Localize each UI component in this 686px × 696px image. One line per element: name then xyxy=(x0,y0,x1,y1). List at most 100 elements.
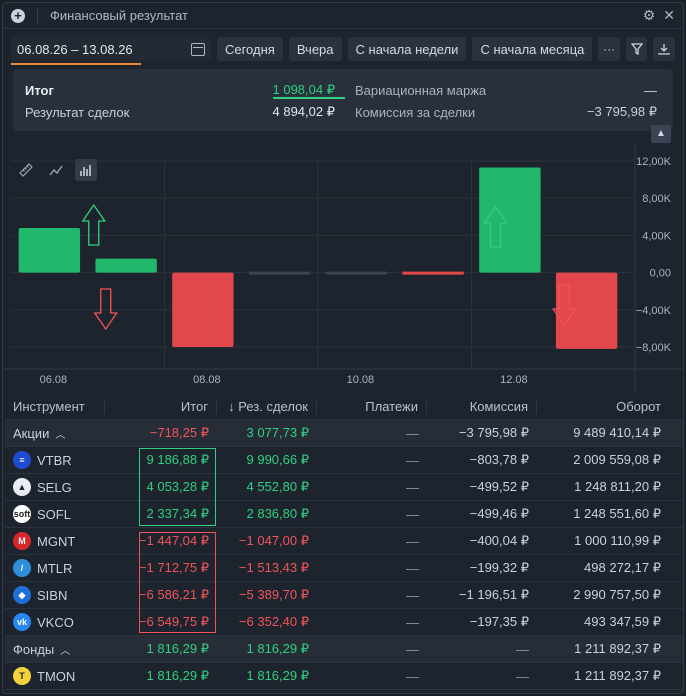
header-total[interactable]: Итог xyxy=(105,399,217,414)
group-row[interactable]: Фонды ︿ 1 816,29 ₽ 1 816,29 ₽ — — 1 211 8… xyxy=(5,636,683,663)
table-row[interactable]: ▲ SELG 4 053,28 ₽ 4 552,80 ₽ — −499,52 ₽… xyxy=(5,474,683,501)
group-turnover: 1 211 892,37 ₽ xyxy=(574,641,661,656)
row-payments: — xyxy=(406,614,419,630)
total-label: Итог xyxy=(25,82,54,98)
ruler-icon[interactable] xyxy=(15,159,37,181)
line-chart-icon[interactable] xyxy=(45,159,67,181)
instrument-cell[interactable]: M MGNT xyxy=(5,532,105,550)
row-turnover: 493 347,59 ₽ xyxy=(584,614,661,629)
instrument-ticker: SOFL xyxy=(37,506,71,522)
date-range-picker[interactable]: 06.08.26 – 13.08.26 xyxy=(11,37,211,65)
instrument-ticker: VKCO xyxy=(37,614,74,630)
chart-bar[interactable] xyxy=(402,271,464,275)
row-payments: — xyxy=(406,479,419,495)
row-trades: 4 552,80 ₽ xyxy=(246,479,310,494)
row-payments: — xyxy=(406,668,419,684)
instrument-ticker: TMON xyxy=(37,668,76,684)
instrument-cell[interactable]: ◆ SIBN xyxy=(5,586,105,604)
chevron-up-icon[interactable]: ︿ xyxy=(60,642,70,657)
x-tick-label: 12.08 xyxy=(500,374,528,386)
chart-bar[interactable] xyxy=(479,167,541,273)
table-row[interactable]: ≡ VTBR 9 186,88 ₽ 9 990,66 ₽ — −803,78 ₽… xyxy=(5,447,683,474)
table-row[interactable]: T TMON 1 816,29 ₽ 1 816,29 ₽ — — 1 211 8… xyxy=(5,663,683,690)
instrument-cell[interactable]: soft SOFL xyxy=(5,505,105,523)
pnl-bar-chart: 12,00K 8,00K 4,00K 0,00 −4,00K −8,00K 06.08 08.… xyxy=(3,143,683,393)
chart-bar[interactable] xyxy=(248,271,311,275)
filter-icon[interactable] xyxy=(625,37,648,61)
chart-bar[interactable] xyxy=(555,272,618,349)
instruments-table: Инструмент Итог ↓ Рез. сделок Платежи Ко… xyxy=(5,394,683,690)
week-start-button[interactable]: С начала недели xyxy=(347,37,467,61)
instrument-logo-icon: ▲ xyxy=(13,478,31,496)
y-tick-label: 4,00K xyxy=(642,230,671,242)
gear-icon[interactable]: ⚙ xyxy=(643,7,656,24)
financial-result-window: + Финансовый результат ⚙ ✕ 06.08.26 – 13… xyxy=(2,2,684,694)
collapse-button[interactable]: ▲ xyxy=(651,125,671,143)
instrument-cell[interactable]: ▲ SELG xyxy=(5,478,105,496)
group-name[interactable]: Акции ︿ xyxy=(5,426,105,441)
yesterday-button[interactable]: Вчера xyxy=(288,37,342,61)
row-trades: −1 513,43 ₽ xyxy=(238,560,309,575)
toolbar: 06.08.26 – 13.08.26 Сегодня Вчера С нача… xyxy=(3,29,683,69)
row-commission: −199,32 ₽ xyxy=(469,560,529,575)
row-trades: 9 990,66 ₽ xyxy=(246,452,310,467)
header-instrument[interactable]: Инструмент xyxy=(5,399,105,414)
month-start-button[interactable]: С начала месяца xyxy=(472,37,593,61)
y-tick-label: 8,00K xyxy=(642,193,671,205)
instrument-cell[interactable]: vk VKCO xyxy=(5,613,105,631)
instrument-cell[interactable]: T TMON xyxy=(5,667,105,685)
table-row[interactable]: soft SOFL 2 337,34 ₽ 2 836,80 ₽ — −499,4… xyxy=(5,501,683,528)
title-separator xyxy=(37,8,38,23)
download-icon[interactable] xyxy=(653,37,676,61)
y-tick-label: −4,00K xyxy=(636,305,672,317)
chart-bar[interactable] xyxy=(325,271,388,275)
row-payments: — xyxy=(406,587,419,603)
calendar-icon[interactable] xyxy=(190,42,205,56)
add-widget-icon[interactable]: + xyxy=(11,8,25,23)
header-commission[interactable]: Комиссия xyxy=(427,399,537,414)
row-commission: −197,35 ₽ xyxy=(469,614,529,629)
row-trades: 1 816,29 ₽ xyxy=(246,668,310,683)
group-name[interactable]: Фонды ︿ xyxy=(5,642,105,657)
instrument-cell[interactable]: ≡ VTBR xyxy=(5,451,105,469)
group-commission: −3 795,98 ₽ xyxy=(458,425,529,440)
group-row[interactable]: Акции ︿ −718,25 ₽ 3 077,73 ₽ — −3 795,98 … xyxy=(5,420,683,447)
table-row[interactable]: ◆ SIBN −6 586,21 ₽ −5 389,70 ₽ — −1 196,… xyxy=(5,582,683,609)
group-commission: — xyxy=(516,641,529,657)
row-total: 9 186,88 ₽ xyxy=(146,452,210,467)
today-button[interactable]: Сегодня xyxy=(216,37,283,61)
row-payments: — xyxy=(406,452,419,468)
row-turnover: 1 248 551,60 ₽ xyxy=(573,506,661,521)
table-row[interactable]: vk VKCO −6 549,75 ₽ −6 352,40 ₽ — −197,3… xyxy=(5,609,683,636)
window-title: Финансовый результат xyxy=(50,8,188,23)
header-trades[interactable]: ↓ Рез. сделок xyxy=(217,399,317,414)
row-turnover: 1 211 892,37 ₽ xyxy=(574,668,661,683)
row-trades: −5 389,70 ₽ xyxy=(238,587,309,602)
header-payments[interactable]: Платежи xyxy=(317,399,427,414)
row-trades: −6 352,40 ₽ xyxy=(238,614,309,629)
table-header: Инструмент Итог ↓ Рез. сделок Платежи Ко… xyxy=(5,394,683,420)
group-payments: — xyxy=(406,425,419,441)
margin-value: — xyxy=(644,82,657,98)
table-row[interactable]: M MGNT −1 447,04 ₽ −1 047,00 ₽ — −400,04… xyxy=(5,528,683,555)
instrument-logo-icon: soft xyxy=(13,505,31,523)
group-total: −718,25 ₽ xyxy=(149,425,209,440)
x-tick-label: 06.08 xyxy=(40,374,68,386)
more-button[interactable]: ··· xyxy=(598,37,620,61)
arrow-down-icon xyxy=(93,288,118,331)
chevron-up-icon[interactable]: ︿ xyxy=(55,426,65,441)
commission-value: −3 795,98 ₽ xyxy=(586,104,657,119)
header-turnover[interactable]: Оборот xyxy=(537,399,669,414)
chart-bar[interactable] xyxy=(18,227,81,273)
row-total: −1 447,04 ₽ xyxy=(138,533,209,548)
chart-bar[interactable] xyxy=(95,258,157,273)
close-icon[interactable]: ✕ xyxy=(663,7,675,24)
chart-bar[interactable] xyxy=(172,272,234,348)
row-commission: −1 196,51 ₽ xyxy=(458,587,529,602)
instrument-cell[interactable]: / MTLR xyxy=(5,559,105,577)
y-tick-label: 12,00K xyxy=(636,156,672,168)
bar-chart-icon[interactable] xyxy=(75,159,97,181)
table-row[interactable]: / MTLR −1 712,75 ₽ −1 513,43 ₽ — −199,32… xyxy=(5,555,683,582)
instrument-ticker: SIBN xyxy=(37,587,68,603)
row-total: −6 586,21 ₽ xyxy=(138,587,209,602)
